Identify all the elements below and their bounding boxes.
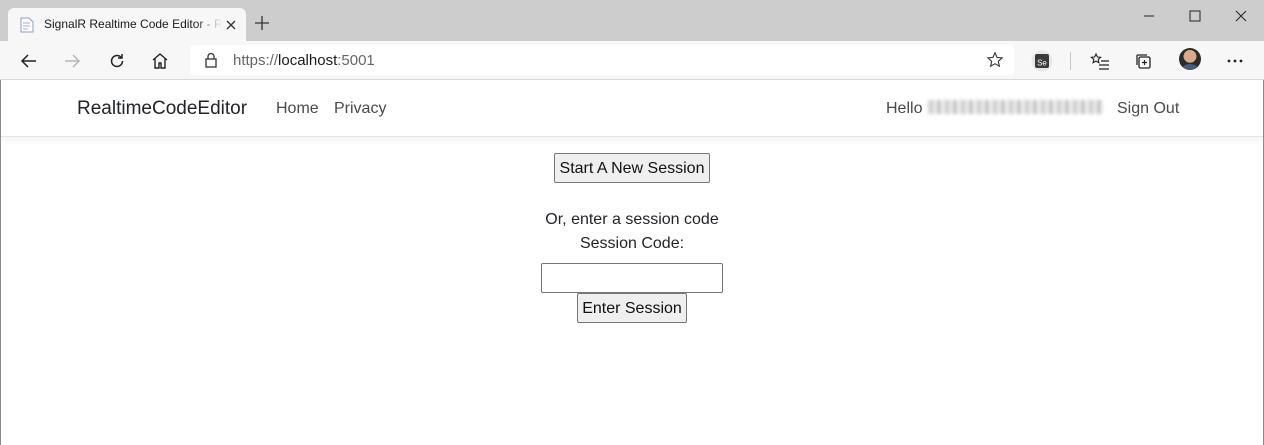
page-favicon-icon bbox=[20, 17, 34, 33]
redacted-username bbox=[928, 100, 1105, 114]
tab-title: SignalR Realtime Code Editor - RealtimeC… bbox=[44, 17, 222, 31]
nav-privacy-link[interactable]: Privacy bbox=[334, 100, 386, 118]
tab-strip: SignalR Realtime Code Editor - RealtimeC… bbox=[0, 0, 1264, 41]
new-tab-icon[interactable] bbox=[254, 15, 270, 31]
greeting-text: Hello bbox=[886, 100, 923, 117]
start-new-session-button[interactable]: Start A New Session bbox=[554, 153, 710, 183]
close-tab-icon[interactable] bbox=[224, 18, 238, 32]
lock-icon[interactable] bbox=[204, 52, 218, 73]
extension-se-icon[interactable]: Se bbox=[1031, 50, 1053, 72]
minimize-window-icon[interactable] bbox=[1126, 0, 1172, 32]
home-icon[interactable] bbox=[149, 50, 171, 72]
toolbar-divider bbox=[1070, 52, 1071, 70]
browser-tab[interactable]: SignalR Realtime Code Editor - RealtimeC… bbox=[8, 8, 246, 41]
profile-avatar[interactable] bbox=[1179, 48, 1201, 70]
url-text[interactable]: https://localhost:5001 bbox=[233, 52, 375, 69]
favorite-star-icon[interactable] bbox=[986, 51, 1004, 74]
more-menu-icon[interactable] bbox=[1224, 50, 1246, 72]
refresh-icon[interactable] bbox=[106, 50, 128, 72]
maximize-window-icon[interactable] bbox=[1172, 0, 1218, 32]
user-greeting: Hello bbox=[886, 100, 1105, 118]
brand-link[interactable]: RealtimeCodeEditor bbox=[77, 98, 247, 120]
back-arrow-icon[interactable] bbox=[18, 50, 40, 72]
sign-out-link[interactable]: Sign Out bbox=[1117, 100, 1179, 118]
close-window-icon[interactable] bbox=[1218, 0, 1264, 32]
extension-label: Se bbox=[1037, 59, 1047, 68]
site-navbar: RealtimeCodeEditor Home Privacy Hello Si… bbox=[1, 80, 1263, 137]
or-enter-code-text: Or, enter a session code bbox=[545, 211, 719, 228]
address-bar[interactable]: https://localhost:5001 bbox=[190, 45, 1014, 75]
favorites-list-icon[interactable] bbox=[1089, 50, 1111, 72]
session-code-label: Session Code: bbox=[579, 235, 685, 252]
url-protocol: https:// bbox=[233, 52, 279, 69]
enter-session-button[interactable]: Enter Session bbox=[577, 293, 687, 323]
url-port: :5001 bbox=[337, 52, 375, 69]
collections-icon[interactable] bbox=[1132, 50, 1154, 72]
session-code-input[interactable] bbox=[541, 263, 723, 293]
browser-toolbar: https://localhost:5001 Se bbox=[0, 41, 1264, 80]
nav-home-link[interactable]: Home bbox=[276, 100, 319, 118]
url-host: localhost bbox=[278, 52, 338, 69]
forward-arrow-icon[interactable] bbox=[61, 50, 83, 72]
